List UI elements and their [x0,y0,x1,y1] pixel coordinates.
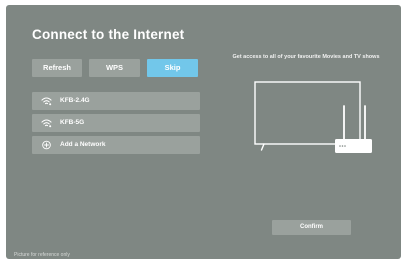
promo-text: Get access to all of your favourite Movi… [232,54,380,60]
wifi-icon [41,119,52,128]
page-title: Connect to the Internet [32,27,185,42]
tv-setup-screen: Connect to the Internet Refresh WPS Skip… [6,5,401,259]
wifi-icon [41,97,52,106]
confirm-button[interactable]: Confirm [272,220,351,235]
network-label: KFB-5G [60,119,85,126]
network-item-kfb-2-4g[interactable]: KFB-2.4G [32,92,200,110]
plus-circle-icon [42,140,51,150]
refresh-button[interactable]: Refresh [32,59,82,77]
add-network-label: Add a Network [60,141,106,148]
network-item-kfb-5g[interactable]: KFB-5G [32,114,200,132]
wps-button[interactable]: WPS [89,59,140,77]
skip-button[interactable]: Skip [147,59,198,77]
add-network-item[interactable]: Add a Network [32,136,200,154]
tv-and-router-illustration [254,81,372,153]
network-label: KFB-2.4G [60,97,90,104]
disclaimer-footnote: Picture for reference only [14,252,70,258]
